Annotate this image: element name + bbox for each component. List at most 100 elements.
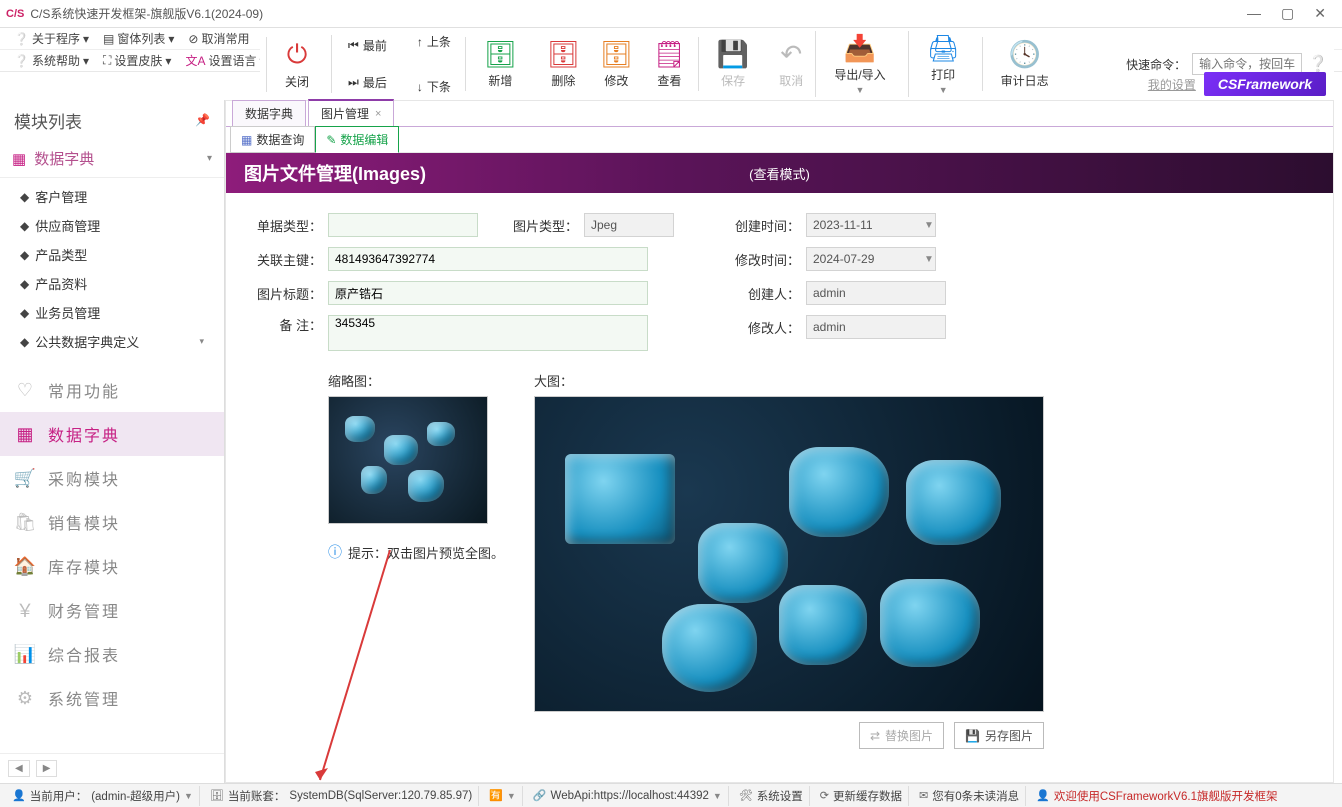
- status-refresh[interactable]: ⟳更新缓存数据: [814, 786, 909, 806]
- creator-label: 创建人：: [734, 284, 800, 303]
- modify-label: 修改: [604, 72, 628, 89]
- sidebar-panel-label: 数据字典: [34, 148, 94, 169]
- add-button[interactable]: 🗄新增: [476, 37, 525, 91]
- cancel-button[interactable]: ↶取消: [771, 37, 811, 91]
- nav-sales[interactable]: 🛍销售模块: [0, 500, 224, 544]
- next-label: 下条: [427, 78, 451, 95]
- prev-button[interactable]: ↑上条: [411, 31, 457, 52]
- modify-button[interactable]: 🗄修改: [592, 37, 641, 91]
- big-label: 大图：: [534, 371, 1044, 390]
- minimize-icon[interactable]: —: [1247, 5, 1261, 22]
- mail-icon: ✉: [919, 789, 928, 802]
- swap-icon: ⇄: [870, 729, 880, 743]
- title-field[interactable]: [328, 281, 648, 305]
- img-type-field[interactable]: [584, 213, 674, 237]
- bill-type-select[interactable]: [328, 213, 478, 237]
- nav-report[interactable]: 📊综合报表: [0, 632, 224, 676]
- nav-system[interactable]: ⚙系统管理: [0, 676, 224, 720]
- cube-icon: ◆: [20, 277, 29, 291]
- scroll-left[interactable]: ◀: [8, 760, 30, 777]
- person-icon: 👤: [1036, 789, 1050, 802]
- audit-button[interactable]: 🕓审计日志: [993, 37, 1057, 91]
- menu-skin-label: 设置皮肤: [114, 52, 162, 69]
- nav-purchase[interactable]: 🛒采购模块: [0, 456, 224, 500]
- nav-stock[interactable]: 🏠库存模块: [0, 544, 224, 588]
- menu-lang[interactable]: 文A设置语言 ▾: [179, 50, 271, 71]
- subtab-edit[interactable]: ✎数据编辑: [315, 126, 399, 153]
- sidebar: 模块列表 📌 ▦ 数据字典 ▾ ◆客户管理 ◆供应商管理 ◆产品类型 ◆产品资料…: [0, 100, 225, 783]
- toolbar-right-links: 我的设置 CSFramework: [1148, 72, 1326, 96]
- info-icon: ❔: [14, 32, 29, 46]
- status-msg[interactable]: ✉您有0条未读消息: [913, 786, 1026, 806]
- window-title: C/S系统快速开发框架-旗舰版V6.1(2024-09): [30, 5, 1247, 22]
- nav-common[interactable]: ♡常用功能: [0, 368, 224, 412]
- first-button[interactable]: ⏮最前: [342, 35, 393, 56]
- main-panel: 数据字典 图片管理× ▦数据查询 ✎数据编辑 图片文件管理(Images) (查…: [225, 100, 1334, 783]
- chart-icon: 📊: [14, 642, 38, 666]
- cancel-icon: ⊘: [188, 32, 198, 46]
- status-webapi[interactable]: 🔗WebApi:https://localhost:44392▼: [527, 786, 729, 806]
- impexp-button[interactable]: 📥导出/导入▼: [826, 31, 893, 97]
- key-label: 关联主键：: [256, 250, 322, 269]
- maximize-icon[interactable]: ▢: [1281, 5, 1294, 22]
- tree-salesman[interactable]: ◆业务员管理: [0, 298, 224, 327]
- dict-icon: ▦: [12, 150, 26, 168]
- close-icon[interactable]: ✕: [1314, 5, 1326, 22]
- tree-customer[interactable]: ◆客户管理: [0, 182, 224, 211]
- subtab-query[interactable]: ▦数据查询: [230, 126, 315, 153]
- modifier-label: 修改人：: [734, 318, 800, 337]
- toolbar-prevnext-group: ↑上条 ↓下条: [407, 31, 461, 97]
- status-syssetting[interactable]: 🛠系统设置: [733, 786, 810, 806]
- link-icon: 🔗: [533, 789, 547, 802]
- delete-button[interactable]: 🗄删除: [539, 37, 588, 91]
- tree-dict-def[interactable]: ◆公共数据字典定义▾: [0, 327, 224, 356]
- lang-icon: 🈶: [489, 789, 503, 802]
- creator-field[interactable]: [806, 281, 946, 305]
- bag-icon: 🛍: [14, 510, 38, 534]
- remark-field[interactable]: [328, 315, 648, 351]
- print-button[interactable]: 🖨打印▼: [919, 31, 968, 97]
- menu-cancel-common[interactable]: ⊘取消常用: [182, 28, 255, 49]
- menu-skin[interactable]: ⛶设置皮肤 ▾: [97, 50, 177, 71]
- key-field[interactable]: [328, 247, 648, 271]
- status-account[interactable]: 🗄当前账套：SystemDB(SqlServer:120.79.85.97): [204, 786, 479, 806]
- sidebar-panel-header[interactable]: ▦ 数据字典 ▾: [0, 140, 224, 178]
- status-lang[interactable]: 🈶▼: [483, 786, 523, 806]
- chevron-down-icon: ▼: [184, 791, 193, 801]
- save-label: 保存: [721, 72, 745, 89]
- view-button[interactable]: 🗒查看: [645, 37, 694, 91]
- nav-finance[interactable]: ￥财务管理: [0, 588, 224, 632]
- ctime-field[interactable]: [806, 213, 936, 237]
- large-image[interactable]: [534, 396, 1044, 712]
- tree-product[interactable]: ◆产品资料: [0, 269, 224, 298]
- sidebar-scroll: ◀ ▶: [0, 753, 224, 783]
- scroll-right[interactable]: ▶: [36, 760, 58, 777]
- img-type-label: 图片类型：: [512, 216, 578, 235]
- tree-product-type[interactable]: ◆产品类型: [0, 240, 224, 269]
- tab-datadict[interactable]: 数据字典: [232, 100, 306, 126]
- close-tab-icon[interactable]: ×: [375, 108, 381, 120]
- mysettings-link[interactable]: 我的设置: [1148, 76, 1196, 93]
- pin-icon[interactable]: 📌: [195, 113, 210, 127]
- thumbnail-image[interactable]: [328, 396, 488, 524]
- audit-label: 审计日志: [1001, 72, 1049, 89]
- save-button[interactable]: 💾保存: [709, 37, 757, 91]
- tree-supplier[interactable]: ◆供应商管理: [0, 211, 224, 240]
- refresh-icon: ⟳: [820, 789, 829, 802]
- last-button[interactable]: ⏭最后: [342, 72, 393, 93]
- replace-image-button[interactable]: ⇄替换图片: [859, 722, 944, 749]
- next-button[interactable]: ↓下条: [411, 76, 457, 97]
- nav-dict[interactable]: ▦数据字典: [0, 412, 224, 456]
- toolbar-nav-group: ⏮最前 ⏭最后: [331, 35, 403, 93]
- menu-help[interactable]: ❔系统帮助 ▾: [8, 50, 95, 71]
- help-icon[interactable]: ❔: [1308, 54, 1328, 74]
- menu-about[interactable]: ❔关于程序 ▾: [8, 28, 95, 49]
- close-button[interactable]: ⏻ 关闭: [277, 37, 317, 92]
- mtime-field[interactable]: [806, 247, 936, 271]
- status-user[interactable]: 👤当前用户：(admin-超级用户)▼: [6, 786, 200, 806]
- modifier-field[interactable]: [806, 315, 946, 339]
- tab-images[interactable]: 图片管理×: [308, 99, 394, 126]
- menu-formlist[interactable]: ▤窗体列表 ▾: [97, 28, 180, 49]
- save-image-button[interactable]: 💾另存图片: [954, 722, 1044, 749]
- form-mode: (查看模式): [749, 164, 810, 183]
